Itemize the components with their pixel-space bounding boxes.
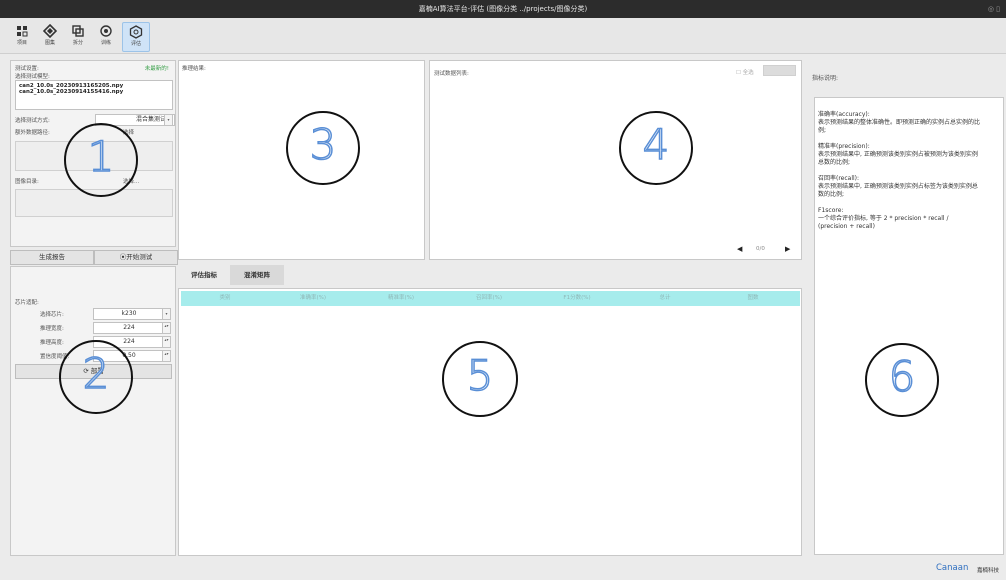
split-icon (72, 25, 84, 37)
main-toolbar: 项目 图集 拆分 训练 评估 (0, 18, 1006, 54)
status-badge: 未最新的! (144, 66, 169, 72)
height-stepper[interactable]: ▴▾ (162, 336, 171, 348)
toolbar-label: 训练 (100, 40, 111, 46)
extra-data-label: 额外数据路径: (15, 130, 50, 136)
select-all-checkbox[interactable]: ☐ 全选 (736, 68, 754, 76)
page-indicator: 0/0 (756, 246, 765, 252)
explain-line (818, 199, 980, 207)
toolbar-image-set-button[interactable]: 图集 (37, 22, 63, 50)
column-header[interactable]: 精准率(%) (357, 291, 445, 305)
generate-report-button[interactable]: 生成报告 (10, 250, 94, 265)
width-label: 推理宽度: (40, 326, 64, 332)
tab-eval-metrics[interactable]: 评估指标 (180, 265, 228, 285)
test-data-list-panel: 测试数据列表: ☐ 全选 ◀ 0/0 ▶ (429, 60, 802, 260)
next-page-icon[interactable]: ▶ (785, 245, 790, 253)
explain-line: 一个综合评价指标, 等于 2 * precision * recall / (818, 215, 949, 222)
company-name: 嘉楠科技 (977, 568, 1000, 574)
width-stepper[interactable]: ▴▾ (162, 322, 171, 334)
window-controls[interactable]: ◎ ▯ (988, 0, 1000, 18)
toolbar-label: 项目 (16, 40, 27, 46)
list-item[interactable]: can2_10.0s_20230913165205.npy (16, 81, 172, 89)
prev-page-icon[interactable]: ◀ (737, 245, 742, 253)
metric-explain-title: 指标说明: (812, 75, 839, 82)
chevron-down-icon[interactable]: ▾ (162, 308, 171, 320)
test-settings-title: 测试设置: (15, 66, 39, 72)
explain-line: (precision + recall) (818, 223, 875, 230)
explain-line: 表示预测结果中, 正确预测该类别实例占被预测为该类别实例 (818, 151, 978, 158)
test-data-list-title: 测试数据列表: (434, 71, 469, 77)
width-input[interactable]: 224 (93, 322, 165, 334)
image-set-icon (43, 24, 57, 38)
column-header[interactable]: 召回率(%) (445, 291, 533, 305)
chip-title: 芯片适配: (15, 300, 39, 306)
column-header[interactable]: F1分数(%) (533, 291, 621, 305)
toolbar-split-button[interactable]: 拆分 (65, 22, 91, 50)
annotation-circle-5: 5 (442, 341, 518, 417)
column-header[interactable]: 类别 (181, 291, 269, 305)
method-label: 选择测试方式: (15, 118, 50, 124)
annotation-circle-4: 4 (619, 111, 693, 185)
explain-line: 总数的比例; (818, 159, 851, 166)
column-header[interactable]: 准确率(%) (269, 291, 357, 305)
chevron-down-icon[interactable]: ▾ (164, 114, 173, 126)
toolbar-label: 图集 (44, 40, 55, 46)
confidence-stepper[interactable]: ▴▾ (162, 350, 171, 362)
window-title: 嘉楠AI算法平台-评估 (图像分类 ../projects/图像分类) (418, 5, 588, 13)
column-header[interactable]: 总计 (621, 291, 709, 305)
project-icon (17, 26, 28, 37)
evaluate-icon (129, 25, 143, 39)
window-title-bar: 嘉楠AI算法平台-评估 (图像分类 ../projects/图像分类) ◎ ▯ (0, 0, 1006, 18)
annotation-circle-1: 1 (64, 123, 138, 197)
tab-confusion-matrix[interactable]: 混淆矩阵 (230, 265, 284, 285)
annotation-circle-6: 6 (865, 343, 939, 417)
explain-line: 精准率(precision): (818, 143, 870, 150)
explain-line (818, 167, 980, 175)
metric-explain-panel: 准确率(accuracy): 表示预测结果的整体准确性。即预测正确的实例占总实例的… (814, 97, 1004, 555)
list-item[interactable]: can2_10.0s_20230914155416.npy (16, 89, 172, 95)
train-icon (100, 25, 112, 37)
start-test-button[interactable]: ⦿开始测试 (94, 250, 178, 265)
annotation-circle-2: 2 (59, 340, 133, 414)
model-label: 选择测试模型: (15, 74, 50, 80)
toolbar-project-button[interactable]: 项目 (9, 22, 35, 50)
explain-line: 数的比例; (818, 191, 845, 198)
explain-line: 准确率(accuracy): (818, 111, 870, 118)
brand-logo: Canaan (936, 563, 969, 573)
image-dir-label: 图像目录: (15, 179, 39, 185)
explain-line (818, 135, 980, 143)
model-list[interactable]: can2_10.0s_20230913165205.npy can2_10.0s… (15, 80, 173, 110)
height-label: 推理高度: (40, 340, 64, 346)
inference-result-title: 推理结果: (182, 66, 206, 72)
explain-line: 表示预测结果中, 正确预测该类别实例占标签为该类别实例总 (818, 183, 978, 190)
toolbar-train-button[interactable]: 训练 (93, 22, 119, 50)
chip-select[interactable]: k230 (93, 308, 165, 320)
chip-label: 选择芯片: (40, 312, 64, 318)
toolbar-label: 评估 (130, 41, 141, 47)
test-data-action-button[interactable] (763, 65, 796, 76)
column-header[interactable]: 图数 (709, 291, 797, 305)
metrics-table-panel: 类别 准确率(%) 精准率(%) 召回率(%) F1分数(%) 总计 图数 (178, 288, 802, 556)
explain-line: F1score: (818, 207, 844, 214)
toolbar-evaluate-button[interactable]: 评估 (122, 22, 150, 52)
annotation-circle-3: 3 (286, 111, 360, 185)
toolbar-label: 拆分 (72, 40, 83, 46)
explain-line: 例; (818, 127, 827, 134)
explain-line: 召回率(recall): (818, 175, 860, 182)
metrics-table-header: 类别 准确率(%) 精准率(%) 召回率(%) F1分数(%) 总计 图数 (181, 291, 800, 306)
explain-line: 表示预测结果的整体准确性。即预测正确的实例占总实例的比 (818, 119, 981, 126)
